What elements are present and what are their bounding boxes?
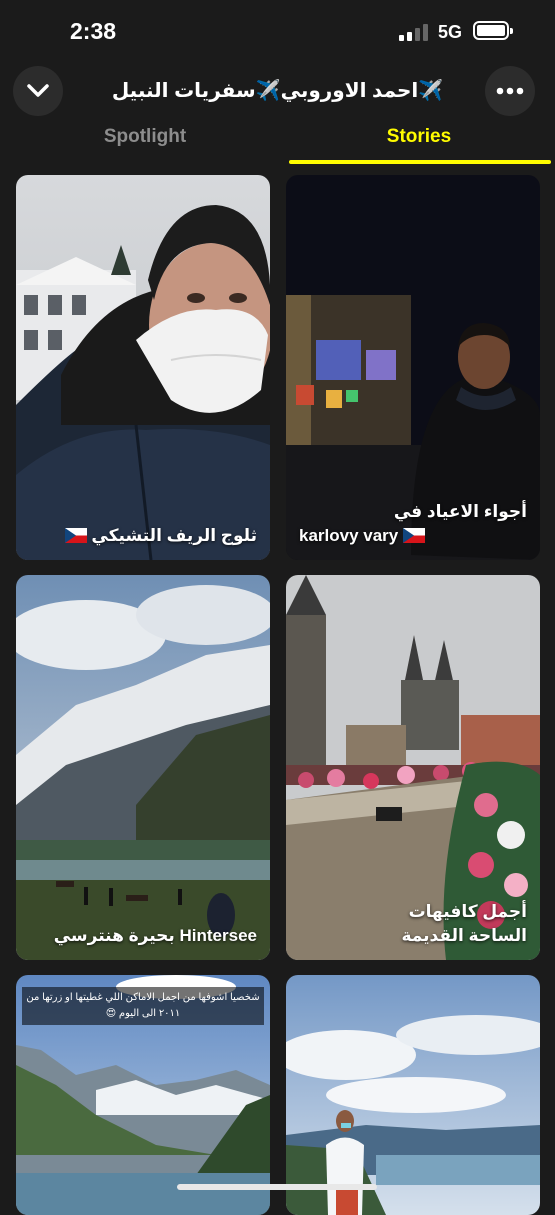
status-time: 2:38 <box>70 18 117 44</box>
czech-flag-icon <box>402 528 425 543</box>
story-title-ltr: Hintersee <box>179 926 257 945</box>
battery-icon <box>473 21 513 40</box>
profile-header: ✈️احمد الاوروبي✈️سفريات النبيل <box>0 64 555 118</box>
story-card[interactable]: شخصيا اشوفها من اجمل الاماكن اللي غطيتها… <box>16 975 270 1215</box>
story-card[interactable]: ثلوج الريف التشيكي <box>16 175 270 560</box>
home-indicator[interactable] <box>177 1184 377 1190</box>
story-title-line1: أجواء الاعياد في <box>393 502 527 521</box>
story-card[interactable]: أجمل كافيهات الساحة القديمة <box>286 575 540 960</box>
tab-bar: Spotlight Stories <box>0 120 555 168</box>
tab-spotlight[interactable]: Spotlight <box>15 126 275 166</box>
ellipsis-icon <box>496 87 524 95</box>
story-title: ثلوج الريف التشيكي <box>91 526 257 545</box>
story-card[interactable]: Hintersee بحيرة هنترسي <box>16 575 270 960</box>
collapse-button[interactable] <box>13 66 63 116</box>
story-caption: ثلوج الريف التشيكي <box>29 524 257 548</box>
story-title-line2: الساحة القديمة <box>401 926 527 945</box>
story-thumbnail <box>16 175 270 560</box>
story-caption: أجواء الاعياد في karlovy vary <box>299 500 527 548</box>
story-title-rtl: بحيرة هنترسي <box>53 926 175 945</box>
story-thumbnail <box>16 575 270 960</box>
story-caption: أجمل كافيهات الساحة القديمة <box>299 900 527 948</box>
story-card[interactable]: أجواء الاعياد في karlovy vary <box>286 175 540 560</box>
chevron-down-icon <box>27 84 49 97</box>
cellular-signal-icon <box>399 24 428 41</box>
story-thumbnail <box>286 975 540 1215</box>
status-bar: 2:38 5G <box>0 0 555 64</box>
story-title-line1: أجمل كافيهات <box>408 902 527 921</box>
story-caption: Hintersee بحيرة هنترسي <box>29 924 257 948</box>
czech-flag-icon <box>64 528 87 543</box>
page-title: ✈️احمد الاوروبي✈️سفريات النبيل <box>111 80 444 102</box>
story-overlay-text: شخصيا اشوفها من اجمل الاماكن اللي غطيتها… <box>22 987 264 1025</box>
story-card[interactable] <box>286 975 540 1215</box>
story-title-line2: karlovy vary <box>299 526 399 545</box>
network-type: 5G <box>438 22 463 42</box>
active-tab-indicator <box>289 160 551 164</box>
more-options-button[interactable] <box>485 66 535 116</box>
